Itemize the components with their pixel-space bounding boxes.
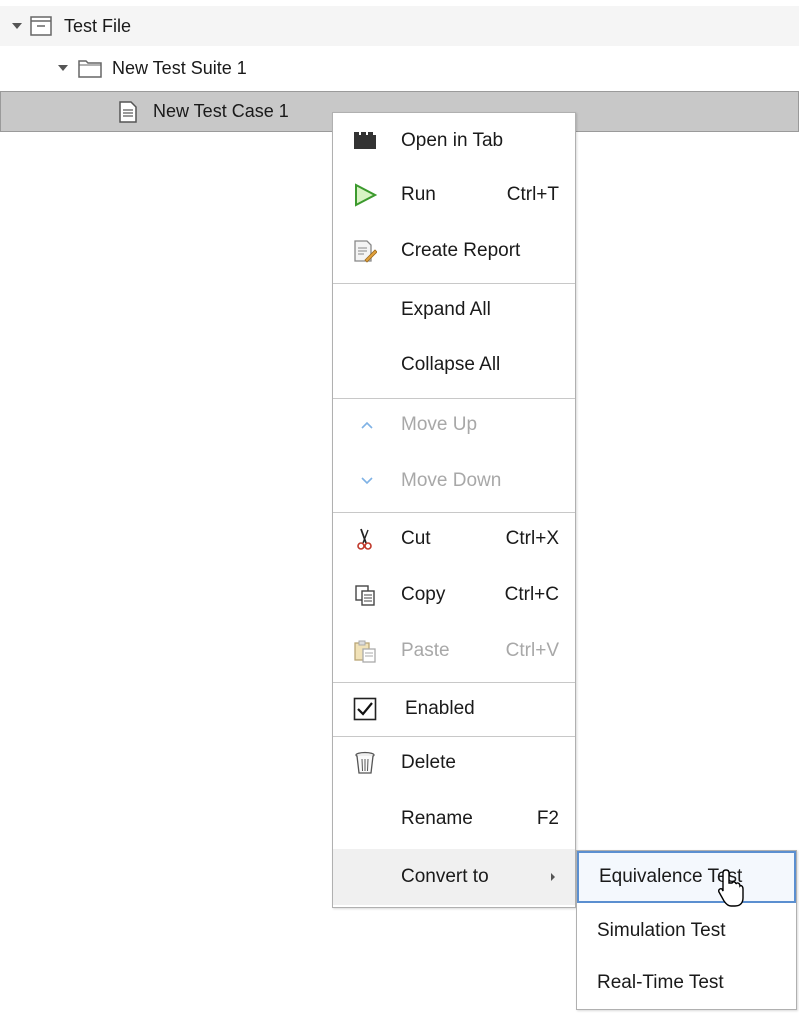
scissors-icon [353,527,377,551]
menu-item-expand-all[interactable]: Expand All [333,284,575,336]
menu-item-create-report[interactable]: Create Report [333,225,575,277]
menu-item-delete[interactable]: Delete [333,737,575,789]
menu-item-collapse-all[interactable]: Collapse All [333,339,575,391]
trash-icon [353,751,377,775]
report-icon [353,239,378,263]
chevron-up-icon [359,417,375,433]
menu-item-enabled[interactable]: Enabled [333,683,575,735]
checkbox-checked-icon[interactable] [353,697,377,721]
menu-item-run[interactable]: Run Ctrl+T [333,169,575,221]
convert-to-submenu: Equivalence Test Simulation Test Real-Ti… [576,850,797,1010]
tree-row-test-suite[interactable]: New Test Suite 1 [0,48,799,88]
tree-item-label: Test File [64,15,132,36]
menu-item-cut[interactable]: Cut Ctrl+X [333,513,575,565]
menu-item-rename[interactable]: Rename F2 [333,793,575,845]
test-file-icon [30,16,52,41]
submenu-item-equivalence-test[interactable]: Equivalence Test [577,851,796,903]
menu-item-open-in-tab[interactable]: Open in Tab [333,115,575,167]
submenu-item-simulation-test[interactable]: Simulation Test [577,905,796,957]
menu-item-convert-to[interactable]: Convert to [333,849,575,905]
menu-item-paste: Paste Ctrl+V [333,625,575,677]
context-menu: Open in Tab Run Ctrl+T Create Report Exp… [332,112,576,908]
tree-item-label: New Test Suite 1 [112,57,247,78]
copy-icon [353,583,377,607]
open-in-tab-icon [353,129,377,153]
submenu-item-real-time-test[interactable]: Real-Time Test [577,957,796,1009]
paste-icon [353,639,377,663]
menu-item-move-up: Move Up [333,399,575,451]
folder-icon [78,58,102,83]
run-play-icon [353,183,378,207]
menu-item-move-down: Move Down [333,455,575,507]
expand-caret-icon[interactable] [58,65,68,71]
document-icon [119,101,137,128]
expand-caret-icon[interactable] [12,23,22,29]
submenu-arrow-icon [551,873,555,881]
tree-row-test-file[interactable]: Test File [0,6,799,46]
chevron-down-icon [359,473,375,489]
menu-item-copy[interactable]: Copy Ctrl+C [333,569,575,621]
mouse-pointer-icon [718,868,744,913]
tree-item-label: New Test Case 1 [153,101,289,121]
